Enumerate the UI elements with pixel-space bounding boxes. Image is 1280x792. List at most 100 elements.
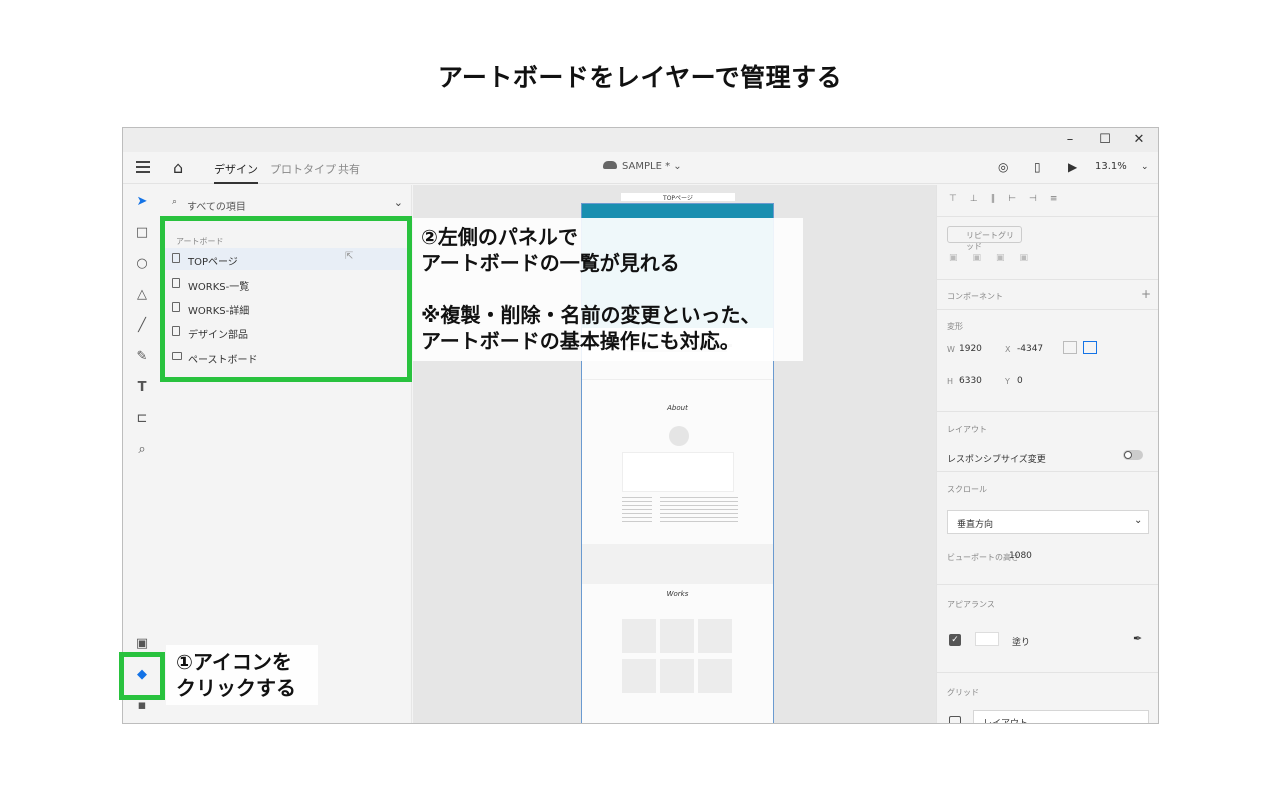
about-heading: About	[667, 404, 688, 412]
zoom-level[interactable]: 13.1%	[1095, 161, 1127, 172]
titlebar: – ☐ ✕	[123, 128, 1158, 152]
tab-share[interactable]: 共有	[338, 161, 360, 177]
text-block	[660, 497, 700, 525]
annotation-line: アートボードの基本操作にも対応。	[421, 329, 740, 353]
minimize-button[interactable]: –	[1055, 131, 1085, 149]
select-arrow-icon[interactable]: ➤	[134, 194, 150, 210]
device-preview-icon[interactable]: ▯	[1034, 160, 1041, 174]
width-field[interactable]: 1920	[959, 344, 982, 354]
tab-prototype[interactable]: プロトタイプ	[270, 161, 336, 177]
transform-label: 変形	[947, 322, 963, 331]
section-band	[582, 544, 773, 584]
assets-icon[interactable]: ▣	[134, 636, 150, 652]
x-field[interactable]: -4347	[1017, 344, 1043, 354]
grid-checkbox[interactable]	[949, 716, 961, 723]
grid-section: グリッド レイアウト	[937, 673, 1158, 724]
viewport-field[interactable]: 1080	[1009, 551, 1032, 561]
artboard-header	[582, 204, 773, 218]
section-divider	[582, 379, 773, 380]
x-label: X	[1005, 345, 1011, 354]
document-name: SAMPLE * ⌄	[622, 161, 682, 172]
align-icons[interactable]: ⊤⊥∥⊢⊣≡	[949, 194, 1070, 204]
panel-annotation: ②左側のパネルで アートボードの一覧が見れる ※複製・削除・名前の変更といった、…	[413, 218, 803, 361]
fill-label: 塗り	[1012, 638, 1031, 648]
play-icon[interactable]: ▶	[1068, 160, 1077, 174]
ellipse-icon[interactable]: ○	[134, 256, 150, 272]
y-field[interactable]: 0	[1017, 376, 1023, 386]
scroll-section: スクロール 垂直方向 ⌄ ビューポートの高さ 1080	[937, 472, 1158, 585]
artboard-icon[interactable]: ⊏	[134, 411, 150, 427]
layers-panel-highlight	[160, 216, 412, 382]
layout-section: レイアウト レスポンシブサイズ変更	[937, 412, 1158, 472]
h-label: H	[947, 377, 954, 386]
hamburger-menu-icon[interactable]	[136, 161, 150, 176]
eyedropper-icon[interactable]: ✒	[1133, 632, 1142, 645]
work-thumb	[698, 659, 732, 693]
align-section: ⊤⊥∥⊢⊣≡	[937, 185, 1158, 217]
line-icon[interactable]: ╱	[134, 318, 150, 334]
layer-filter[interactable]: ⌕ すべての項目 ⌄	[170, 194, 405, 216]
work-thumb	[660, 659, 694, 693]
annotation-line: クリックする	[176, 676, 296, 700]
close-button[interactable]: ✕	[1124, 131, 1154, 149]
annotation-line: ※複製・削除・名前の変更といった、	[421, 303, 761, 327]
boolean-icons[interactable]: ▣▣▣▣	[949, 253, 1043, 263]
chevron-down-icon[interactable]: ⌄	[1141, 162, 1149, 172]
work-thumb	[660, 619, 694, 653]
app-header: ⌂ デザイン プロトタイプ 共有 SAMPLE * ⌄ ◎ ▯ ▶ 13.1% …	[123, 152, 1158, 184]
y-label: Y	[1005, 377, 1010, 386]
appearance-section: アピアランス ✓ 塗り ✒	[937, 585, 1158, 673]
document-title[interactable]: SAMPLE * ⌄	[603, 161, 682, 172]
plugins-icon[interactable]: ▪	[134, 698, 150, 714]
component-label: コンポーネント	[947, 292, 1003, 301]
w-label: W	[947, 345, 955, 354]
repeat-grid-label: リピートグリッド	[966, 231, 1014, 251]
icon-annotation: ①アイコンを クリックする	[166, 645, 318, 705]
tab-design[interactable]: デザイン	[214, 161, 258, 184]
responsive-toggle[interactable]	[1123, 450, 1143, 460]
add-icon[interactable]: +	[1141, 287, 1151, 301]
artboard-label[interactable]: TOPページ	[621, 193, 735, 202]
appearance-label: アピアランス	[947, 600, 995, 609]
repeat-grid-section: リピートグリッド ▣▣▣▣	[937, 217, 1158, 280]
portrait-icon[interactable]	[1063, 341, 1077, 354]
component-section: コンポーネント +	[937, 280, 1158, 310]
text-block	[698, 497, 738, 525]
chevron-down-icon: ⌄	[1134, 515, 1143, 526]
work-thumb	[622, 619, 656, 653]
transform-section: 変形 W 1920 X -4347 H 6330 Y 0	[937, 310, 1158, 412]
annotation-spacer	[421, 276, 795, 302]
avatar	[669, 426, 689, 446]
rectangle-icon[interactable]: □	[134, 225, 150, 241]
tool-bar: ➤ □ ○ △ ╱ ✎ T ⊏ ⌕ ▣ ◆ ▪	[123, 185, 160, 723]
responsive-label: レスポンシブサイズ変更	[947, 455, 1046, 465]
fill-color-swatch[interactable]	[975, 632, 999, 646]
annotation-line: ①アイコンを	[176, 650, 292, 674]
repeat-grid-button[interactable]: リピートグリッド	[947, 226, 1022, 251]
cloud-icon	[603, 161, 617, 169]
grid-select[interactable]: レイアウト	[973, 710, 1149, 724]
height-field[interactable]: 6330	[959, 376, 982, 386]
property-inspector: ⊤⊥∥⊢⊣≡ リピートグリッド ▣▣▣▣ コンポーネント + 変形 W 1920…	[936, 185, 1158, 724]
scroll-select-value: 垂直方向	[957, 520, 994, 530]
pen-icon[interactable]: ✎	[134, 349, 150, 365]
zoom-icon[interactable]: ⌕	[134, 442, 150, 458]
triangle-icon[interactable]: △	[134, 287, 150, 303]
maximize-button[interactable]: ☐	[1090, 131, 1120, 149]
works-heading: Works	[666, 590, 689, 598]
scroll-label: スクロール	[947, 485, 987, 494]
user-icon[interactable]: ◎	[998, 160, 1008, 174]
home-icon[interactable]: ⌂	[173, 158, 183, 177]
layer-filter-label: すべての項目	[187, 202, 246, 213]
layers-icon-highlight	[119, 652, 165, 700]
search-icon: ⌕	[172, 197, 178, 207]
grid-select-value: レイアウト	[983, 719, 1029, 724]
layout-label: レイアウト	[947, 425, 987, 434]
text-icon[interactable]: T	[134, 380, 150, 396]
chevron-down-icon: ⌄	[393, 196, 403, 209]
scroll-select[interactable]: 垂直方向 ⌄	[947, 510, 1149, 534]
toggle-knob	[1124, 451, 1132, 459]
landscape-icon[interactable]	[1083, 341, 1097, 354]
fill-checkbox[interactable]: ✓	[949, 634, 961, 646]
grid-label: グリッド	[947, 688, 979, 697]
